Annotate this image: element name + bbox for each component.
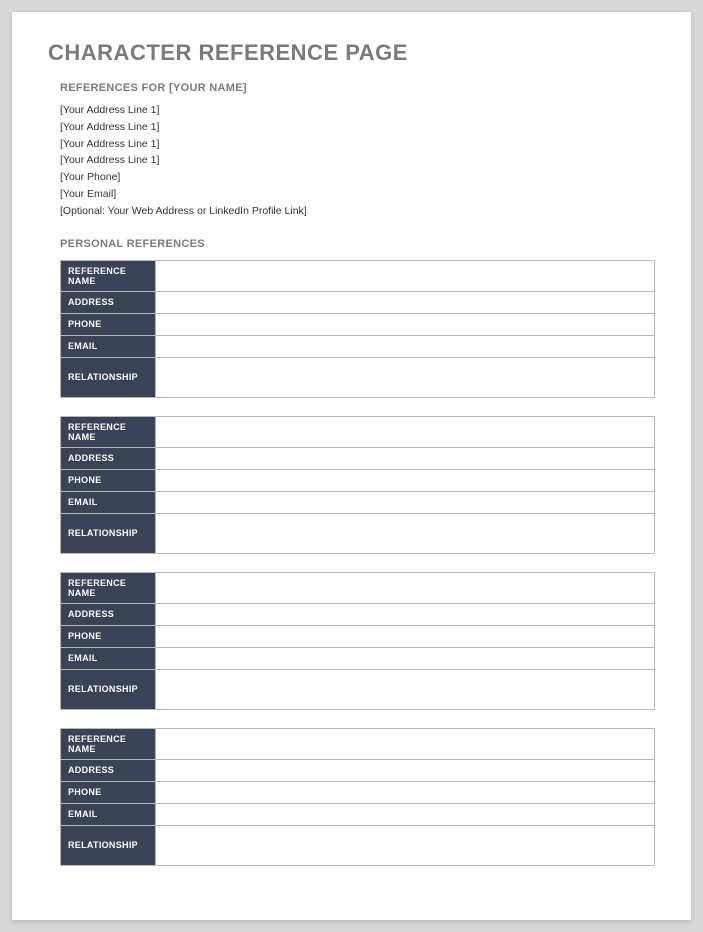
table-row: EMAIL: [61, 647, 655, 669]
ref-value-relationship[interactable]: [156, 513, 655, 553]
ref-label-phone: PHONE: [61, 625, 156, 647]
ref-value-email[interactable]: [156, 803, 655, 825]
table-row: PHONE: [61, 313, 655, 335]
ref-value-email[interactable]: [156, 491, 655, 513]
table-row: ADDRESS: [61, 447, 655, 469]
ref-value-relationship[interactable]: [156, 669, 655, 709]
info-line: [Your Address Line 1]: [60, 119, 655, 136]
ref-label-name: REFERENCE NAME: [61, 416, 156, 447]
ref-value-phone[interactable]: [156, 781, 655, 803]
table-row: EMAIL: [61, 803, 655, 825]
ref-value-email[interactable]: [156, 335, 655, 357]
personal-references-header: PERSONAL REFERENCES: [60, 238, 655, 250]
reference-table: REFERENCE NAME ADDRESS PHONE EMAIL RELAT…: [60, 260, 655, 398]
ref-label-relationship: RELATIONSHIP: [61, 513, 156, 553]
table-row: ADDRESS: [61, 291, 655, 313]
ref-value-address[interactable]: [156, 447, 655, 469]
ref-value-name[interactable]: [156, 572, 655, 603]
table-row: RELATIONSHIP: [61, 825, 655, 865]
ref-label-email: EMAIL: [61, 491, 156, 513]
ref-value-name[interactable]: [156, 728, 655, 759]
ref-label-name: REFERENCE NAME: [61, 572, 156, 603]
info-line: [Your Phone]: [60, 169, 655, 186]
table-row: PHONE: [61, 469, 655, 491]
ref-label-name: REFERENCE NAME: [61, 728, 156, 759]
reference-table: REFERENCE NAME ADDRESS PHONE EMAIL RELAT…: [60, 728, 655, 866]
page-title: CHARACTER REFERENCE PAGE: [48, 40, 655, 66]
reference-table: REFERENCE NAME ADDRESS PHONE EMAIL RELAT…: [60, 572, 655, 710]
ref-value-email[interactable]: [156, 647, 655, 669]
references-for-section: REFERENCES FOR [YOUR NAME] [Your Address…: [60, 82, 655, 220]
ref-label-relationship: RELATIONSHIP: [61, 357, 156, 397]
reference-table: REFERENCE NAME ADDRESS PHONE EMAIL RELAT…: [60, 416, 655, 554]
ref-value-address[interactable]: [156, 603, 655, 625]
document-page: CHARACTER REFERENCE PAGE REFERENCES FOR …: [12, 12, 691, 920]
table-row: REFERENCE NAME: [61, 572, 655, 603]
info-line: [Optional: Your Web Address or LinkedIn …: [60, 203, 655, 220]
ref-label-address: ADDRESS: [61, 603, 156, 625]
table-row: REFERENCE NAME: [61, 260, 655, 291]
ref-value-name[interactable]: [156, 416, 655, 447]
table-row: RELATIONSHIP: [61, 357, 655, 397]
info-line: [Your Address Line 1]: [60, 152, 655, 169]
info-line: [Your Email]: [60, 186, 655, 203]
ref-value-relationship[interactable]: [156, 357, 655, 397]
ref-label-phone: PHONE: [61, 313, 156, 335]
table-row: ADDRESS: [61, 603, 655, 625]
ref-label-phone: PHONE: [61, 781, 156, 803]
table-row: REFERENCE NAME: [61, 728, 655, 759]
ref-label-email: EMAIL: [61, 803, 156, 825]
ref-value-relationship[interactable]: [156, 825, 655, 865]
contact-info-block: [Your Address Line 1] [Your Address Line…: [60, 102, 655, 220]
ref-value-name[interactable]: [156, 260, 655, 291]
table-row: RELATIONSHIP: [61, 669, 655, 709]
ref-label-name: REFERENCE NAME: [61, 260, 156, 291]
table-row: PHONE: [61, 781, 655, 803]
ref-label-relationship: RELATIONSHIP: [61, 669, 156, 709]
table-row: EMAIL: [61, 335, 655, 357]
ref-label-address: ADDRESS: [61, 759, 156, 781]
ref-label-email: EMAIL: [61, 335, 156, 357]
ref-label-address: ADDRESS: [61, 291, 156, 313]
ref-label-phone: PHONE: [61, 469, 156, 491]
table-row: RELATIONSHIP: [61, 513, 655, 553]
ref-label-relationship: RELATIONSHIP: [61, 825, 156, 865]
ref-value-phone[interactable]: [156, 313, 655, 335]
table-row: ADDRESS: [61, 759, 655, 781]
ref-value-phone[interactable]: [156, 625, 655, 647]
ref-label-address: ADDRESS: [61, 447, 156, 469]
ref-label-email: EMAIL: [61, 647, 156, 669]
table-row: REFERENCE NAME: [61, 416, 655, 447]
ref-value-address[interactable]: [156, 759, 655, 781]
ref-value-phone[interactable]: [156, 469, 655, 491]
info-line: [Your Address Line 1]: [60, 102, 655, 119]
table-row: EMAIL: [61, 491, 655, 513]
table-row: PHONE: [61, 625, 655, 647]
references-for-header: REFERENCES FOR [YOUR NAME]: [60, 82, 655, 94]
info-line: [Your Address Line 1]: [60, 136, 655, 153]
ref-value-address[interactable]: [156, 291, 655, 313]
